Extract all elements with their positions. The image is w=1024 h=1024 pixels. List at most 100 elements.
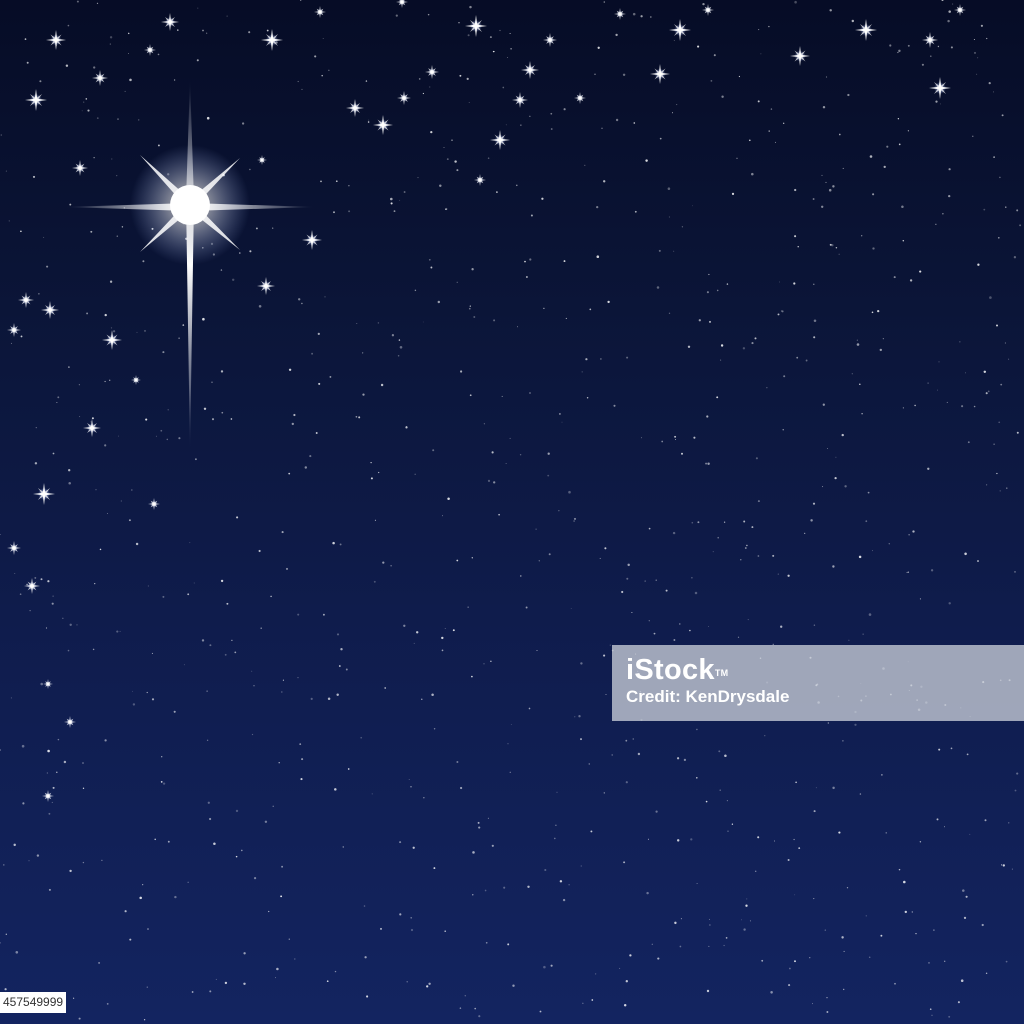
dust-star [194,458,197,461]
dust-star [524,260,526,263]
dust-star [743,520,746,523]
dust-star [950,46,953,49]
dust-star [841,936,844,939]
dust-star [334,970,337,973]
dust-star [720,359,722,361]
dust-star [39,80,42,83]
dust-star [774,141,776,143]
dust-star [258,549,261,553]
dust-star [904,910,907,914]
dust-star [738,75,740,78]
dust-star [395,14,398,17]
dust-star [872,193,875,196]
sparkle-star-icon [574,92,586,104]
dust-star [79,416,81,418]
dust-star [46,265,49,268]
sparkle-star-icon [702,4,714,16]
dust-star [742,347,746,350]
dust-star [459,1007,462,1009]
dust-star [838,831,841,834]
sparkle-star-icon [161,13,179,31]
dust-star [410,916,413,919]
dust-star [554,837,556,840]
sparkle-star-icon [314,6,326,18]
dust-star [493,319,496,322]
dust-star [825,181,827,183]
dust-star [778,281,780,283]
dust-star [487,157,490,159]
dust-star [67,649,70,652]
dust-star [691,576,693,579]
dust-star [761,959,764,962]
dust-star [935,100,938,103]
dust-star [768,25,770,28]
dust-star [937,45,940,48]
dust-star [709,924,711,926]
dust-star [939,103,941,105]
dust-star [104,380,106,383]
dust-star [326,980,329,983]
dust-star [268,910,270,913]
dust-star [582,1002,584,1004]
dust-star [78,1017,81,1020]
dust-star [356,323,358,324]
dust-star [201,639,205,642]
dust-star [378,471,380,474]
dust-star [789,967,791,970]
dust-star [503,886,506,889]
dust-star [215,978,217,980]
dust-star [92,648,95,651]
dust-star [162,595,165,598]
dust-star [32,175,36,178]
dust-star [615,118,619,122]
dust-star [191,991,194,993]
dust-star [680,918,682,920]
dust-star [202,317,205,321]
dust-star [640,437,643,439]
dust-star [382,561,385,564]
dust-star [603,1,606,3]
dust-star [68,366,70,368]
sparkle-star-icon [64,716,76,728]
dust-star [452,629,455,632]
dust-star [477,821,480,824]
dust-star [69,869,72,873]
dust-star [946,401,948,403]
dust-star [981,923,984,927]
dust-star [854,723,857,726]
dust-star [146,691,148,694]
dust-star [98,961,101,964]
dust-star [362,393,365,396]
dust-star [633,122,636,124]
dust-star [485,941,488,944]
dust-star [930,55,932,57]
dust-star [293,413,296,417]
dust-star [858,555,862,559]
sparkle-star-icon [257,277,275,295]
dust-star [142,884,144,886]
dust-star [285,567,289,570]
dust-star [622,73,626,77]
dust-star [118,435,119,437]
sparkle-star-icon [131,375,141,385]
dust-star [988,81,991,85]
dust-star [124,910,127,913]
dust-star [843,950,845,952]
dust-star [299,743,302,745]
sparkle-star-icon [543,33,557,47]
dust-star [691,521,694,524]
dust-star [173,710,176,713]
dust-star [471,675,473,678]
dust-star [777,313,780,316]
dust-star [967,441,970,444]
dust-star [957,1001,960,1004]
dust-star [87,109,90,112]
dust-star [726,283,729,285]
dust-star [862,633,864,635]
dust-star [1001,114,1004,117]
dust-star [827,447,829,449]
dust-star [243,982,246,986]
dust-star [209,644,212,647]
dust-star [705,462,708,465]
dust-star [471,268,474,271]
